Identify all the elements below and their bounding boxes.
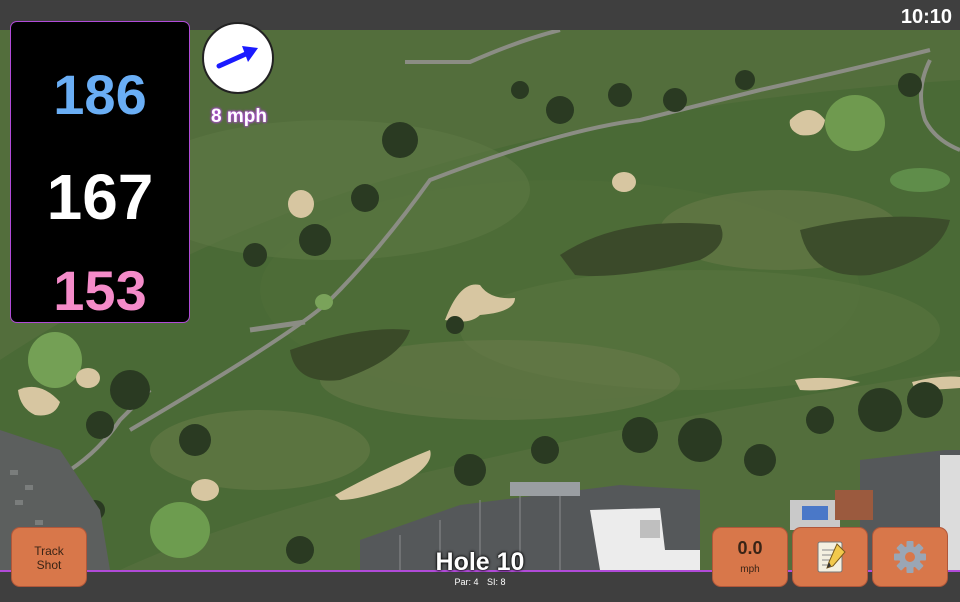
back-distance: 186 [53,63,147,126]
clock-time: 10:10 [900,6,952,28]
wind-speed: 8 mph [211,106,267,127]
center-distance: 167 [46,161,154,233]
distance-panel: 186 167 153 [11,22,189,322]
speed-button[interactable]: 0.0 mph [713,528,787,586]
wind-direction-indicator [202,22,274,94]
arrow-icon [216,46,258,69]
gear-icon [894,541,926,573]
hole-title: Hole 10 [435,548,525,576]
notepad-icon [817,541,846,573]
speed-unit: mph [740,564,760,575]
front-distance: 153 [53,259,147,322]
notes-button[interactable] [793,528,867,586]
speed-value: 0.0 [737,538,763,558]
hole-stroke-index: SI: 8 [487,577,506,587]
settings-button[interactable] [873,528,947,586]
hole-info: Par: 4 SI: 8 [420,577,540,587]
hole-par: Par: 4 [454,577,479,587]
track-shot-button[interactable]: Track Shot [12,528,86,586]
track-shot-label-line2: Shot [36,558,62,572]
track-shot-label-line1: Track [34,544,64,558]
